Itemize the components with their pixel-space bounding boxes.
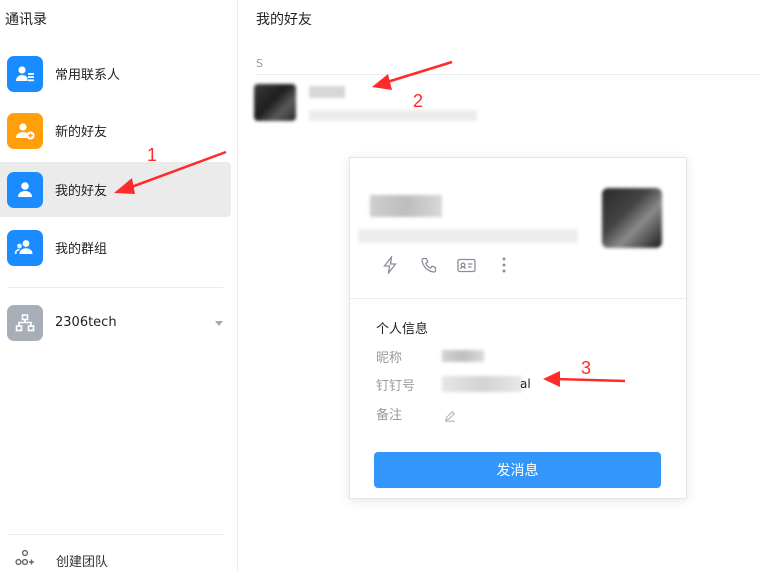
annotation-number-2: 2 xyxy=(413,91,424,111)
annotation-number-3: 3 xyxy=(581,358,592,378)
annotation-arrows xyxy=(114,60,626,387)
annotation-arrow-1 xyxy=(125,150,227,191)
annotation-number-1: 1 xyxy=(147,145,158,165)
annotation-arrow-2 xyxy=(383,60,453,85)
annotation-arrowhead-2 xyxy=(372,74,392,90)
annotation-arrowhead-1 xyxy=(114,178,135,194)
annotation-arrow-3 xyxy=(555,377,626,383)
annotation-arrowhead-3 xyxy=(543,371,560,387)
